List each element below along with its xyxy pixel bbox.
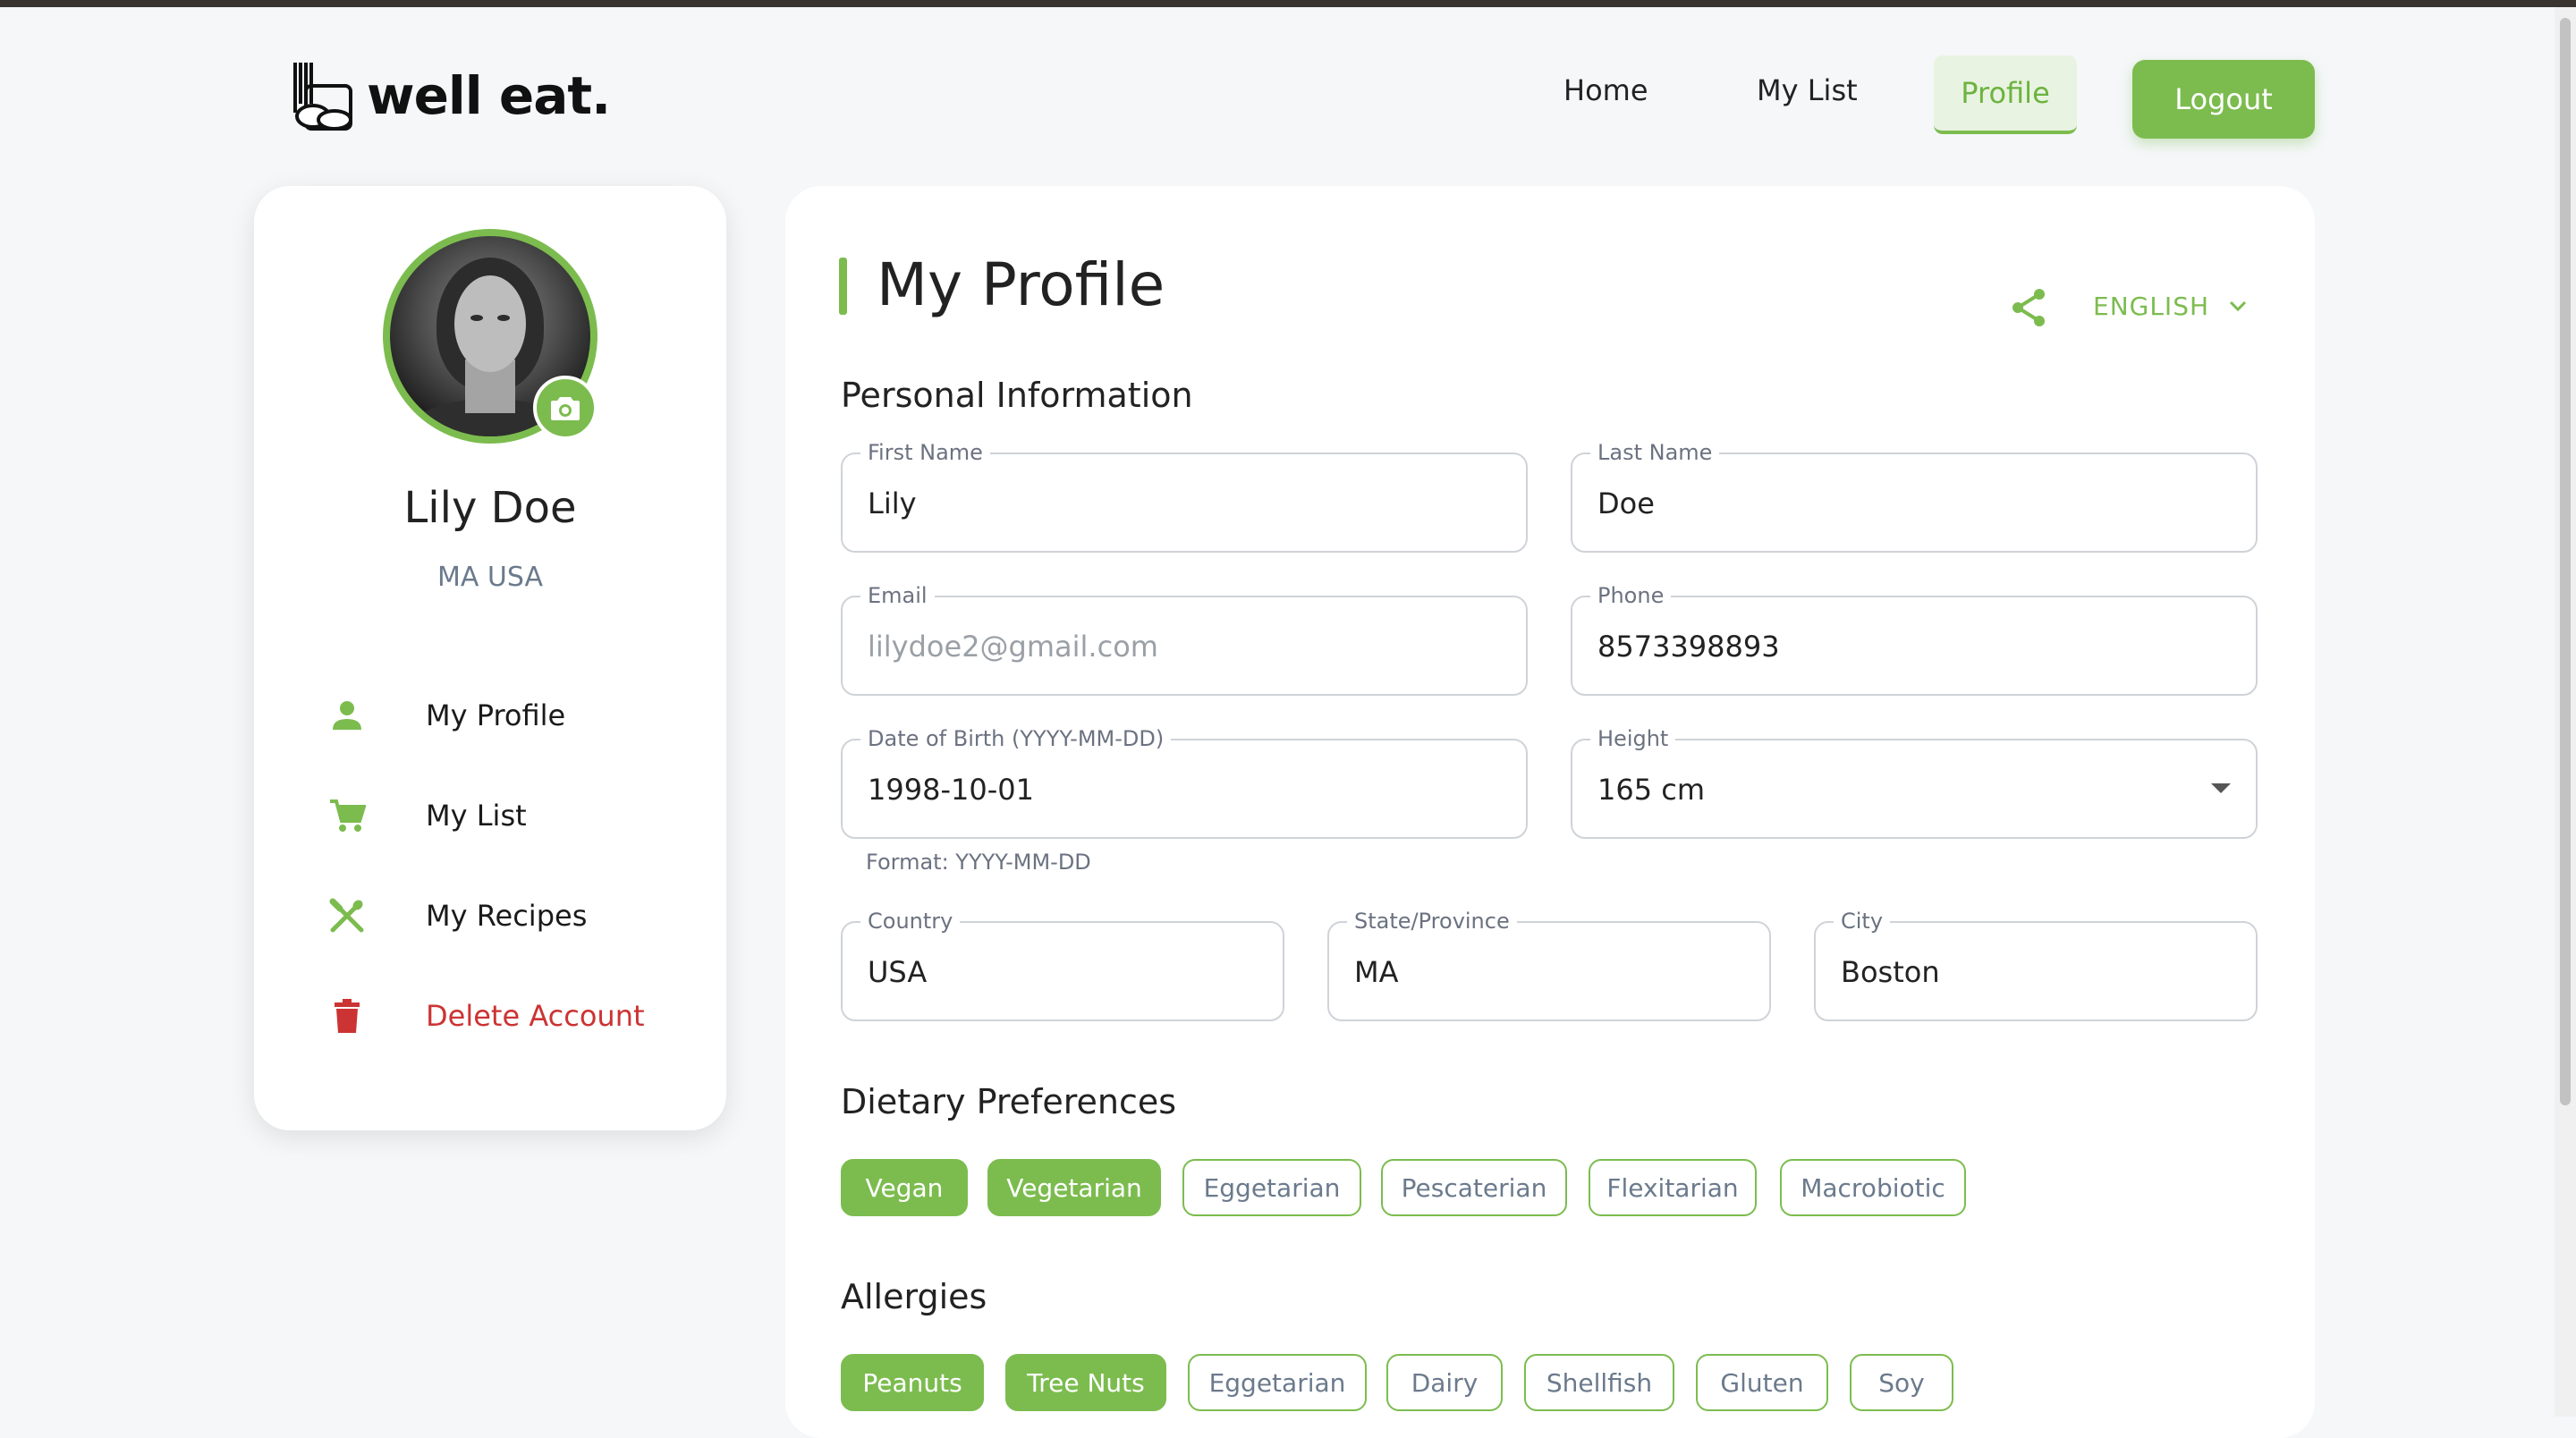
dietary-chip-vegan[interactable]: Vegan	[841, 1159, 968, 1216]
utensils-icon	[326, 894, 369, 937]
field-value: Doe	[1597, 486, 1655, 520]
logo-icon	[293, 63, 352, 131]
allergy-chip-tree-nuts[interactable]: Tree Nuts	[1005, 1354, 1166, 1411]
sidebar-item-my-recipes[interactable]: My Recipes	[326, 889, 587, 943]
profile-location: MA USA	[436, 562, 544, 593]
section-dietary-preferences: Dietary Preferences	[841, 1082, 1177, 1121]
dietary-chip-flexitarian[interactable]: Flexitarian	[1589, 1159, 1757, 1216]
trash-icon	[326, 994, 369, 1037]
nav-profile-link[interactable]: Profile	[1934, 55, 2077, 134]
allergy-chip-shellfish[interactable]: Shellfish	[1524, 1354, 1674, 1411]
scrollbar-thumb[interactable]	[2560, 18, 2571, 1105]
sidebar-item-my-list[interactable]: My List	[326, 789, 527, 842]
allergy-chip-soy[interactable]: Soy	[1850, 1354, 1953, 1411]
field-value: Lily	[868, 486, 917, 520]
language-label: ENGLISH	[2093, 292, 2210, 321]
language-selector[interactable]: ENGLISH	[2093, 292, 2247, 321]
sidebar-item-label: My Recipes	[426, 899, 588, 933]
field-value: 165 cm	[1597, 773, 1706, 807]
date-format-helper: Format: YYYY-MM-DD	[866, 850, 1091, 875]
field-label: State/Province	[1347, 908, 1517, 935]
brand-name: well eat.	[367, 65, 611, 126]
field-value: lilydoe2@gmail.com	[868, 630, 1158, 664]
first-name-field[interactable]: First Name Lily	[841, 439, 1528, 553]
field-label: Phone	[1590, 582, 1672, 609]
field-label: Date of Birth (YYYY-MM-DD)	[860, 725, 1172, 752]
field-label: First Name	[860, 439, 990, 466]
title-accent-bar	[839, 258, 847, 315]
height-select[interactable]: Height 165 cm	[1571, 725, 2258, 839]
allergy-chip-peanuts[interactable]: Peanuts	[841, 1354, 984, 1411]
field-label: Height	[1590, 725, 1676, 752]
dietary-chip-vegetarian[interactable]: Vegetarian	[987, 1159, 1161, 1216]
share-icon[interactable]	[2011, 288, 2046, 327]
date-of-birth-field[interactable]: Date of Birth (YYYY-MM-DD) 1998-10-01	[841, 725, 1528, 839]
profile-name: Lily Doe	[403, 483, 577, 533]
logout-button[interactable]: Logout	[2132, 60, 2315, 139]
field-label: Email	[860, 582, 935, 609]
person-icon	[326, 694, 369, 737]
field-value: MA	[1354, 955, 1399, 989]
field-value: 8573398893	[1597, 630, 1780, 664]
field-label: Last Name	[1590, 439, 1720, 466]
dietary-chip-macrobiotic[interactable]: Macrobiotic	[1780, 1159, 1966, 1216]
nav-my-list-link[interactable]: My List	[1757, 73, 1858, 107]
sidebar-item-label: My Profile	[426, 698, 566, 732]
window-top-border	[0, 0, 2576, 7]
field-label: City	[1834, 908, 1891, 935]
country-field[interactable]: Country USA	[841, 908, 1284, 1021]
nav-home-link[interactable]: Home	[1563, 73, 1648, 107]
camera-icon	[551, 397, 580, 420]
brand-logo[interactable]: well eat.	[290, 59, 611, 132]
sidebar-item-delete-account[interactable]: Delete Account	[326, 989, 645, 1043]
section-allergies: Allergies	[841, 1277, 987, 1316]
last-name-field[interactable]: Last Name Doe	[1571, 439, 2258, 553]
page-title: My Profile	[877, 250, 1165, 319]
section-personal-information: Personal Information	[841, 376, 1193, 415]
phone-field[interactable]: Phone 8573398893	[1571, 582, 2258, 696]
sidebar-item-label: My List	[426, 799, 527, 833]
dietary-chip-eggetarian[interactable]: Eggetarian	[1182, 1159, 1361, 1216]
sidebar-item-label: Delete Account	[426, 999, 645, 1033]
change-photo-button[interactable]	[533, 376, 597, 440]
allergy-chip-eggetarian[interactable]: Eggetarian	[1188, 1354, 1367, 1411]
dietary-chip-pescaterian[interactable]: Pescaterian	[1381, 1159, 1567, 1216]
logout-label: Logout	[2174, 82, 2273, 116]
city-field[interactable]: City Boston	[1814, 908, 2258, 1021]
field-value: USA	[868, 955, 928, 989]
email-field[interactable]: Email lilydoe2@gmail.com	[841, 582, 1528, 696]
cart-icon	[326, 794, 369, 837]
chevron-down-icon	[2229, 300, 2247, 311]
sidebar-item-my-profile[interactable]: My Profile	[326, 689, 565, 742]
nav-profile-label: Profile	[1961, 76, 2050, 110]
field-value: 1998-10-01	[868, 773, 1034, 807]
field-value: Boston	[1841, 955, 1940, 989]
allergy-chip-dairy[interactable]: Dairy	[1386, 1354, 1503, 1411]
field-label: Country	[860, 908, 961, 935]
dropdown-arrow-icon	[2211, 783, 2231, 793]
page-scrollbar[interactable]	[2555, 7, 2576, 1417]
state-province-field[interactable]: State/Province MA	[1327, 908, 1771, 1021]
allergy-chip-gluten[interactable]: Gluten	[1696, 1354, 1828, 1411]
